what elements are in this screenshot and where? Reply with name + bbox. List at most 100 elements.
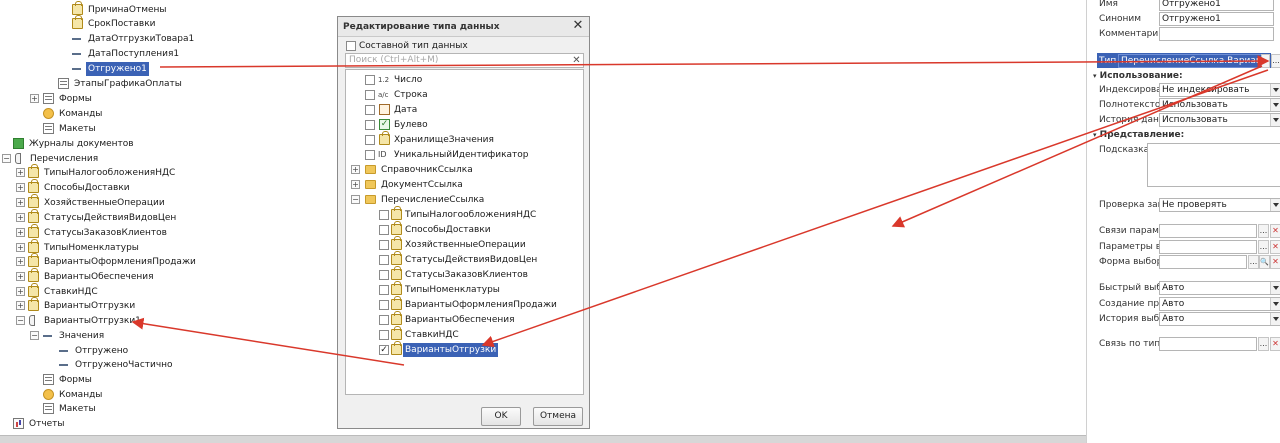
- expand-icon[interactable]: +: [16, 168, 25, 177]
- close-icon[interactable]: ✕: [571, 19, 585, 33]
- collapse-icon[interactable]: −: [16, 316, 25, 325]
- enumeration-icon: [28, 179, 39, 193]
- expand-icon[interactable]: +: [16, 272, 25, 281]
- string-icon: a/c: [378, 91, 389, 99]
- type-link-clear-icon[interactable]: ✕: [1270, 337, 1280, 351]
- usage-section-header[interactable]: ▾ Использование:: [1093, 69, 1183, 83]
- fulltext-select[interactable]: Использовать: [1159, 98, 1280, 112]
- expand-icon[interactable]: +: [351, 180, 360, 189]
- commands-icon: [43, 389, 54, 400]
- enumeration-icon: [391, 236, 402, 250]
- choice-form-clear-icon[interactable]: ✕: [1270, 255, 1280, 269]
- enumeration-icon: [391, 221, 402, 235]
- expand-icon[interactable]: +: [351, 165, 360, 174]
- collapse-icon[interactable]: −: [30, 331, 39, 340]
- choice-params-field[interactable]: [1159, 240, 1257, 254]
- chevron-down-icon[interactable]: [1270, 114, 1280, 126]
- composite-type-checkbox[interactable]: [346, 41, 356, 51]
- tabular-section-icon: [58, 78, 69, 89]
- chevron-down-icon[interactable]: [1270, 298, 1280, 310]
- type-field[interactable]: ПеречислениеСсылка.ВариантыОт: [1118, 54, 1262, 68]
- type-checkbox[interactable]: [365, 150, 375, 160]
- type-checkbox[interactable]: [379, 285, 389, 295]
- type-checkbox[interactable]: [379, 330, 389, 340]
- param-links-edit-button[interactable]: ...: [1258, 224, 1269, 238]
- type-checkbox[interactable]: [379, 210, 389, 220]
- type-link-edit-button[interactable]: ...: [1258, 337, 1269, 351]
- enumeration-icon: [28, 297, 39, 311]
- enumeration-icon: [391, 281, 402, 295]
- expand-icon[interactable]: +: [16, 213, 25, 222]
- type-checkbox[interactable]: [365, 120, 375, 130]
- chevron-down-icon[interactable]: [1270, 282, 1280, 294]
- data-history-select[interactable]: Использовать: [1159, 113, 1280, 127]
- clear-search-icon[interactable]: ✕: [571, 55, 582, 66]
- boolean-icon: ✓: [379, 119, 390, 130]
- type-checkbox[interactable]: [365, 90, 375, 100]
- type-checkbox[interactable]: [379, 255, 389, 265]
- journal-icon: [13, 138, 24, 149]
- enumeration-icon: [391, 206, 402, 220]
- chevron-down-icon[interactable]: [1270, 313, 1280, 325]
- type-checkbox[interactable]: [379, 300, 389, 310]
- chevron-down-icon[interactable]: [1270, 99, 1280, 111]
- type-checkbox[interactable]: [379, 240, 389, 250]
- expand-icon[interactable]: +: [16, 257, 25, 266]
- quick-choice-select[interactable]: Авто: [1159, 281, 1280, 295]
- type-checkbox[interactable]: [379, 225, 389, 235]
- comment-field[interactable]: [1159, 27, 1274, 41]
- enumeration-icon: [391, 251, 402, 265]
- name-field[interactable]: Отгружено1: [1159, 0, 1274, 11]
- choice-form-edit-button[interactable]: ...: [1248, 255, 1259, 269]
- choice-form-field[interactable]: [1159, 255, 1247, 269]
- enumeration-icon: [28, 164, 39, 178]
- properties-panel: Имя Отгружено1 Синоним Отгружено1 Коммен…: [1086, 0, 1280, 443]
- number-icon: 1.2: [378, 76, 390, 84]
- type-edit-button[interactable]: ...: [1271, 54, 1280, 68]
- choice-params-clear-icon[interactable]: ✕: [1270, 240, 1280, 254]
- expand-icon[interactable]: +: [16, 243, 25, 252]
- type-dropdown-icon[interactable]: [1261, 54, 1270, 68]
- expand-icon[interactable]: +: [16, 198, 25, 207]
- expand-icon[interactable]: +: [16, 183, 25, 192]
- type-checkbox-checked[interactable]: ✓: [379, 345, 389, 355]
- attribute-icon: [72, 1, 83, 15]
- index-select[interactable]: Не индексировать: [1159, 83, 1280, 97]
- fill-check-select[interactable]: Не проверять: [1159, 198, 1280, 212]
- chevron-down-icon[interactable]: [1270, 84, 1280, 96]
- storage-icon: [379, 131, 390, 145]
- expand-icon[interactable]: +: [16, 287, 25, 296]
- type-checkbox[interactable]: [365, 135, 375, 145]
- create-on-input-select[interactable]: Авто: [1159, 297, 1280, 311]
- type-link-field[interactable]: [1159, 337, 1257, 351]
- type-checkbox[interactable]: [379, 270, 389, 280]
- collapse-icon[interactable]: −: [2, 154, 11, 163]
- type-checkbox[interactable]: [379, 315, 389, 325]
- enumeration-icon: [391, 311, 402, 325]
- cancel-button[interactable]: Отмена: [533, 407, 583, 426]
- enumeration-icon: [28, 194, 39, 208]
- expand-icon[interactable]: +: [30, 94, 39, 103]
- choice-params-edit-button[interactable]: ...: [1258, 240, 1269, 254]
- synonym-field[interactable]: Отгружено1: [1159, 12, 1274, 26]
- value-icon: [59, 364, 68, 366]
- param-links-clear-icon[interactable]: ✕: [1270, 224, 1280, 238]
- attribute-icon: [72, 15, 83, 29]
- type-checkbox[interactable]: [365, 75, 375, 85]
- expand-icon[interactable]: +: [16, 301, 25, 310]
- choice-history-select[interactable]: Авто: [1159, 312, 1280, 326]
- enumeration-icon: [28, 268, 39, 282]
- expand-icon[interactable]: +: [16, 228, 25, 237]
- collapse-icon[interactable]: −: [351, 195, 360, 204]
- presentation-section-header[interactable]: ▾ Представление:: [1093, 128, 1184, 142]
- enumeration-icon: [28, 239, 39, 253]
- param-links-field[interactable]: [1159, 224, 1257, 238]
- chevron-down-icon[interactable]: [1270, 199, 1280, 211]
- type-search-input[interactable]: Поиск (Ctrl+Alt+M) ✕: [345, 53, 584, 68]
- forms-icon: [43, 374, 54, 385]
- type-checkbox[interactable]: [365, 105, 375, 115]
- search-icon[interactable]: 🔍: [1259, 255, 1270, 269]
- ok-button[interactable]: OK: [481, 407, 521, 426]
- hint-field[interactable]: [1147, 143, 1280, 187]
- folder-icon: [365, 180, 376, 189]
